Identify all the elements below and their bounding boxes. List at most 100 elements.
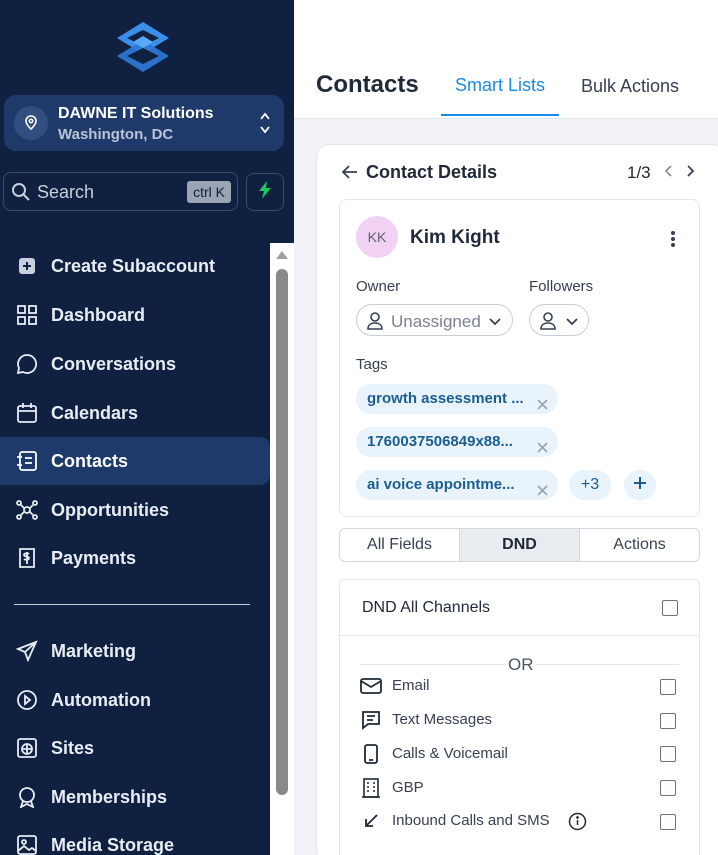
close-icon[interactable]: [536, 478, 549, 508]
account-name: DAWNE IT Solutions: [58, 105, 214, 122]
gbp-checkbox[interactable]: [660, 780, 676, 796]
close-icon[interactable]: [536, 435, 549, 465]
tags-label: Tags: [356, 356, 388, 373]
opportunities-icon: [15, 498, 39, 522]
sidebar-item-calendars[interactable]: Calendars: [0, 389, 270, 437]
user-icon: [367, 312, 383, 335]
tag-label: ai voice appointme...: [367, 476, 515, 493]
app-logo[interactable]: [113, 20, 173, 74]
text-messages-checkbox[interactable]: [660, 713, 676, 729]
payments-icon: [15, 546, 39, 570]
sidebar-item-dashboard[interactable]: Dashboard: [0, 291, 270, 339]
chevron-down-icon: [488, 314, 502, 332]
sidebar-item-automation[interactable]: Automation: [0, 676, 270, 724]
channel-label: Text Messages: [392, 711, 493, 728]
tag-chip[interactable]: 1760037506849x88...: [356, 427, 558, 457]
followers-select[interactable]: [529, 304, 589, 336]
message-icon: [361, 710, 381, 735]
sidebar-item-marketing[interactable]: Marketing: [0, 627, 270, 675]
chevron-right-icon[interactable]: [686, 164, 696, 183]
account-switcher[interactable]: DAWNE IT Solutions Washington, DC: [4, 95, 284, 151]
info-icon[interactable]: [568, 812, 587, 836]
contact-name: Kim Kight: [410, 227, 500, 248]
scroll-up-arrow-icon[interactable]: [276, 251, 288, 259]
badge-icon: [15, 785, 39, 809]
send-icon: [15, 639, 39, 663]
tag-label: growth assessment ...: [367, 390, 524, 407]
contact-book-icon: [15, 449, 39, 473]
sidebar-item-payments[interactable]: Payments: [0, 534, 270, 582]
sidebar-item-label: Contacts: [51, 450, 129, 471]
image-icon: [15, 833, 39, 855]
search-box[interactable]: Search ctrl K: [3, 172, 238, 211]
search-shortcut: ctrl K: [187, 181, 231, 203]
owner-label: Owner: [356, 278, 401, 295]
channel-label: Calls & Voicemail: [392, 745, 508, 762]
sidebar-item-conversations[interactable]: Conversations: [0, 340, 270, 388]
tab-smart-lists[interactable]: Smart Lists: [441, 75, 559, 116]
sidebar-item-create-subaccount[interactable]: Create Subaccount: [0, 242, 270, 290]
page-title: Contacts: [316, 71, 419, 98]
sidebar-item-label: Marketing: [51, 640, 137, 661]
panel-header: Contact Details 1/3: [341, 162, 701, 184]
channel-label: GBP: [392, 779, 424, 796]
sidebar-item-memberships[interactable]: Memberships: [0, 773, 270, 821]
panel-title: Contact Details: [366, 162, 498, 182]
owner-value: Unassigned: [391, 312, 481, 331]
inbound-calls-sms-checkbox[interactable]: [660, 814, 676, 830]
sidebar-scrollbar[interactable]: [270, 243, 294, 855]
sidebar-item-contacts[interactable]: Contacts: [0, 437, 270, 485]
dnd-channel-inbound: Inbound Calls and SMS: [360, 811, 690, 833]
section-tabs: All Fields DND Actions: [339, 528, 700, 562]
close-icon[interactable]: [536, 392, 549, 422]
more-options-icon[interactable]: [670, 230, 676, 253]
dnd-all-channels-checkbox[interactable]: [662, 600, 678, 616]
scrollbar-thumb[interactable]: [276, 269, 288, 795]
owner-select[interactable]: Unassigned: [356, 304, 513, 336]
sidebar-item-sites[interactable]: Sites: [0, 724, 270, 772]
quick-actions-button[interactable]: [246, 173, 284, 211]
globe-icon: [15, 736, 39, 760]
sidebar-item-opportunities[interactable]: Opportunities: [0, 486, 270, 534]
email-checkbox[interactable]: [660, 679, 676, 695]
contact-profile-card: KK Kim Kight Owner Followers Unassigned …: [339, 199, 700, 517]
user-icon: [540, 312, 556, 335]
header: Contacts Smart Lists Bulk Actions: [294, 0, 718, 119]
avatar: KK: [356, 216, 398, 258]
dnd-channel-gbp: GBP: [360, 778, 690, 800]
building-icon: [361, 778, 381, 803]
sidebar-item-label: Automation: [51, 689, 151, 710]
chevron-up-down-icon: [258, 109, 272, 137]
lightning-icon: [257, 180, 273, 205]
sidebar-item-label: Calendars: [51, 402, 139, 423]
channel-label: Email: [392, 677, 430, 694]
tag-chip[interactable]: growth assessment ...: [356, 384, 558, 414]
tab-actions[interactable]: Actions: [580, 529, 699, 561]
pagination-counter: 1/3: [627, 163, 651, 182]
tag-chip[interactable]: ai voice appointme...: [356, 470, 558, 500]
dnd-channel-text-messages: Text Messages: [360, 710, 690, 732]
or-separator: OR: [506, 655, 536, 675]
add-tag-button[interactable]: [624, 470, 656, 500]
plus-square-icon: [15, 254, 39, 278]
channel-label: Inbound Calls and SMS: [392, 812, 550, 829]
calls-voicemail-checkbox[interactable]: [660, 746, 676, 762]
sidebar-item-label: Payments: [51, 547, 137, 568]
tag-label: 1760037506849x88...: [367, 433, 513, 450]
sidebar-item-label: Create Subaccount: [51, 255, 216, 276]
tab-bulk-actions[interactable]: Bulk Actions: [581, 76, 679, 97]
chevron-left-icon[interactable]: [663, 164, 673, 183]
chat-bubble-icon: [15, 352, 39, 376]
tab-all-fields[interactable]: All Fields: [340, 529, 460, 561]
sidebar-item-label: Dashboard: [51, 304, 146, 325]
sidebar-item-media-storage[interactable]: Media Storage: [0, 821, 270, 855]
sidebar-item-label: Memberships: [51, 786, 168, 807]
sidebar-item-label: Media Storage: [51, 834, 175, 855]
grid-icon: [15, 303, 39, 327]
tab-dnd[interactable]: DND: [460, 529, 580, 561]
more-tags-badge[interactable]: +3: [569, 470, 611, 500]
back-arrow-icon[interactable]: [341, 164, 359, 185]
calendar-icon: [15, 401, 39, 425]
dnd-channel-email: Email: [360, 676, 690, 698]
sidebar-divider: [14, 604, 250, 605]
